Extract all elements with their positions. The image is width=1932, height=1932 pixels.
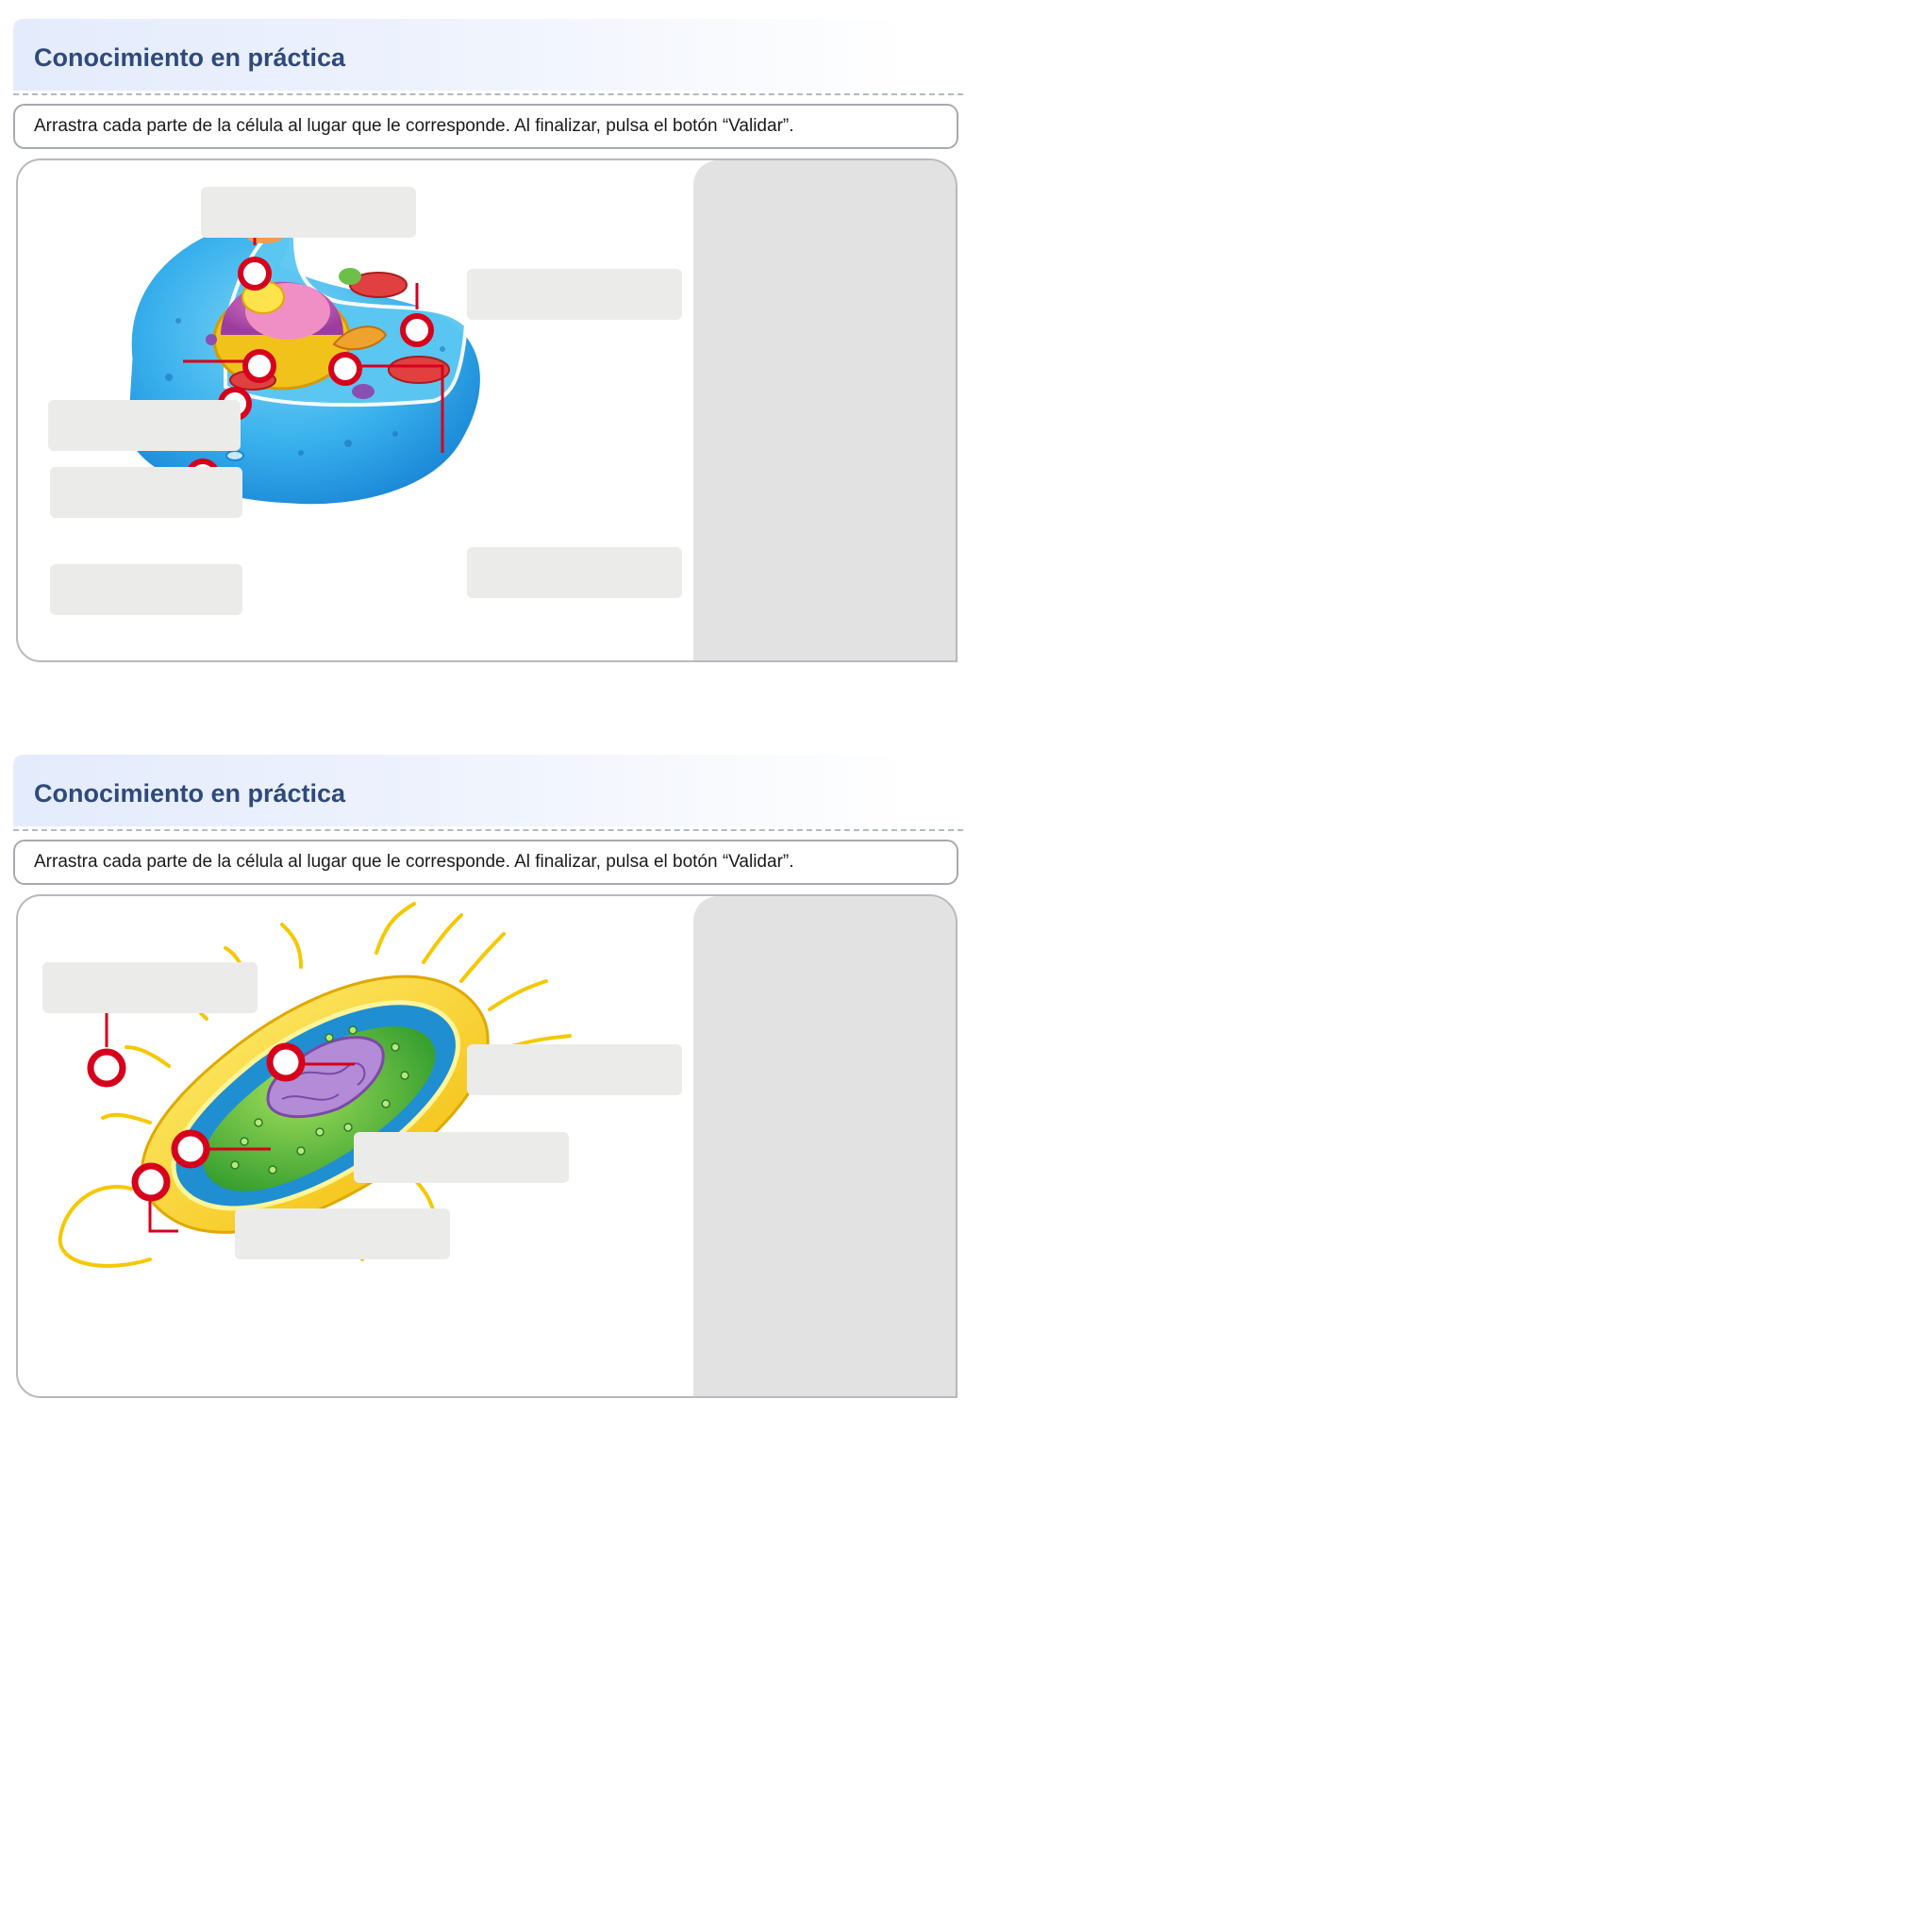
drop-slot[interactable] (467, 269, 682, 320)
header-divider (13, 829, 963, 831)
hotspot-marker (87, 1048, 126, 1088)
activity-title: Conocimiento en práctica (34, 43, 346, 72)
drop-slot[interactable] (354, 1132, 569, 1183)
drop-slot[interactable] (467, 547, 682, 598)
drop-slot[interactable] (235, 1208, 450, 1259)
diagram-panel (16, 158, 958, 662)
drop-slot[interactable] (201, 187, 416, 238)
header-divider (13, 93, 963, 95)
drop-slot[interactable] (48, 400, 241, 451)
hotspot-marker (400, 313, 434, 347)
instructions-text: Arrastra cada parte de la célula al luga… (34, 116, 794, 136)
instructions-text: Arrastra cada parte de la célula al luga… (34, 852, 794, 872)
hotspot-marker (328, 352, 362, 386)
hotspot-marker (266, 1042, 306, 1082)
instructions-box: Arrastra cada parte de la célula al luga… (13, 840, 958, 885)
hotspot-marker (238, 257, 272, 291)
answer-bank[interactable] (693, 896, 956, 1396)
instructions-box: Arrastra cada parte de la célula al luga… (13, 104, 958, 149)
drop-slot[interactable] (50, 467, 242, 518)
answer-bank[interactable] (693, 160, 956, 660)
drop-slot[interactable] (467, 1044, 682, 1095)
drop-slot[interactable] (50, 564, 242, 615)
hotspot-marker (242, 349, 276, 383)
hotspot-marker (171, 1129, 210, 1169)
hotspot-marker (131, 1162, 171, 1202)
activity-header: Conocimiento en práctica (13, 755, 909, 826)
activity-title: Conocimiento en práctica (34, 779, 346, 808)
drop-slot[interactable] (42, 962, 258, 1013)
diagram-panel (16, 894, 958, 1398)
activity-header: Conocimiento en práctica (13, 19, 909, 91)
